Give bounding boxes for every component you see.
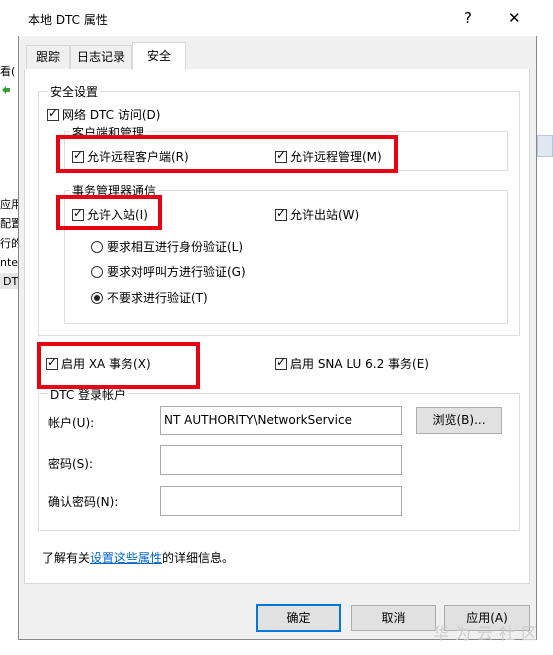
browse-button[interactable]: 浏览(B)... (416, 407, 502, 434)
allow-inbound-label: 允许入站(I) (87, 208, 148, 222)
info-text-prefix: 了解有关 (42, 551, 91, 565)
info-text-suffix: 的详细信息。 (162, 551, 235, 565)
dialog-title: 本地 DTC 属性 (28, 13, 108, 27)
account-input[interactable]: NT AUTHORITY\NetworkService (160, 406, 402, 435)
allow-remote-admin-label: 允许远程管理(M) (290, 150, 382, 164)
radio-icon (91, 291, 103, 304)
close-button[interactable]: ✕ (508, 9, 521, 27)
caller-auth-label: 要求对呼叫方进行验证(G) (107, 265, 246, 279)
checkbox-icon: ✓ (47, 105, 59, 121)
radio-icon (91, 265, 103, 278)
allow-outbound-checkbox[interactable]: ✓ 允许出站(W) (275, 206, 359, 223)
confirm-password-label: 确认密码(N): (48, 495, 119, 509)
network-dtc-access-checkbox[interactable]: ✓ 网络 DTC 访问(D) (47, 106, 160, 123)
checkbox-icon: ✓ (72, 147, 84, 163)
client-admin-label: 客户端和管理 (70, 124, 147, 141)
background-scroll-element (537, 135, 553, 157)
checkbox-icon: ✓ (46, 354, 58, 370)
allow-outbound-label: 允许出站(W) (290, 208, 360, 222)
tab-tracing[interactable]: 跟踪 (26, 45, 70, 69)
caller-auth-radio[interactable]: 要求对呼叫方进行验证(G) (91, 263, 246, 280)
enable-xa-checkbox[interactable]: ✓ 启用 XA 事务(X) (46, 355, 151, 372)
enable-sna-checkbox[interactable]: ✓ 启用 SNA LU 6.2 事务(E) (275, 355, 429, 372)
info-text: 了解有关设置这些属性的详细信息。 (42, 549, 234, 566)
check-icon: ✓ (73, 205, 84, 220)
password-label: 密码(S): (48, 457, 94, 471)
watermark: 华为云社区 (433, 624, 544, 643)
checkbox-icon: ✓ (275, 354, 287, 370)
tab-security[interactable]: 安全 (132, 42, 186, 70)
check-icon: ✓ (47, 354, 58, 369)
logon-account-label: DTC 登录帐户 (48, 386, 129, 403)
background-refresh-icon (0, 82, 12, 98)
checkbox-icon: ✓ (275, 147, 287, 163)
check-icon: ✓ (48, 105, 59, 120)
allow-inbound-checkbox[interactable]: ✓ 允许入站(I) (72, 206, 148, 223)
settings-help-link[interactable]: 设置这些属性 (90, 551, 162, 565)
radio-icon (91, 240, 103, 253)
allow-remote-clients-label: 允许远程客户端(R) (87, 150, 189, 164)
check-icon: ✓ (276, 205, 287, 220)
check-icon: ✓ (73, 147, 84, 162)
no-auth-radio[interactable]: 不要求进行验证(T) (91, 289, 208, 306)
background-text: DT (3, 275, 19, 288)
mutual-auth-radio[interactable]: 要求相互进行身份验证(L) (91, 238, 243, 255)
background-text: 看( (0, 65, 16, 78)
checkbox-icon: ✓ (275, 205, 287, 221)
confirm-password-input[interactable] (160, 486, 402, 516)
password-input[interactable] (160, 445, 402, 475)
enable-sna-label: 启用 SNA LU 6.2 事务(E) (290, 357, 429, 371)
ok-button[interactable]: 确定 (256, 604, 341, 632)
security-settings-label: 安全设置 (48, 83, 101, 100)
check-icon: ✓ (276, 354, 287, 369)
network-dtc-access-label: 网络 DTC 访问(D) (62, 108, 161, 122)
checkbox-icon: ✓ (72, 205, 84, 221)
check-icon: ✓ (276, 147, 287, 162)
allow-remote-admin-checkbox[interactable]: ✓ 允许远程管理(M) (275, 148, 382, 165)
radio-selected-dot (94, 294, 100, 301)
mutual-auth-label: 要求相互进行身份验证(L) (107, 240, 244, 254)
no-auth-label: 不要求进行验证(T) (107, 291, 208, 305)
tab-logging[interactable]: 日志记录 (70, 45, 132, 69)
help-button[interactable]: ? (464, 9, 472, 27)
enable-xa-label: 启用 XA 事务(X) (61, 357, 151, 371)
cancel-button[interactable]: 取消 (351, 605, 436, 631)
tm-communication-label: 事务管理器通信 (70, 182, 159, 199)
account-label: 帐户(U): (48, 416, 95, 430)
allow-remote-clients-checkbox[interactable]: ✓ 允许远程客户端(R) (72, 148, 189, 165)
